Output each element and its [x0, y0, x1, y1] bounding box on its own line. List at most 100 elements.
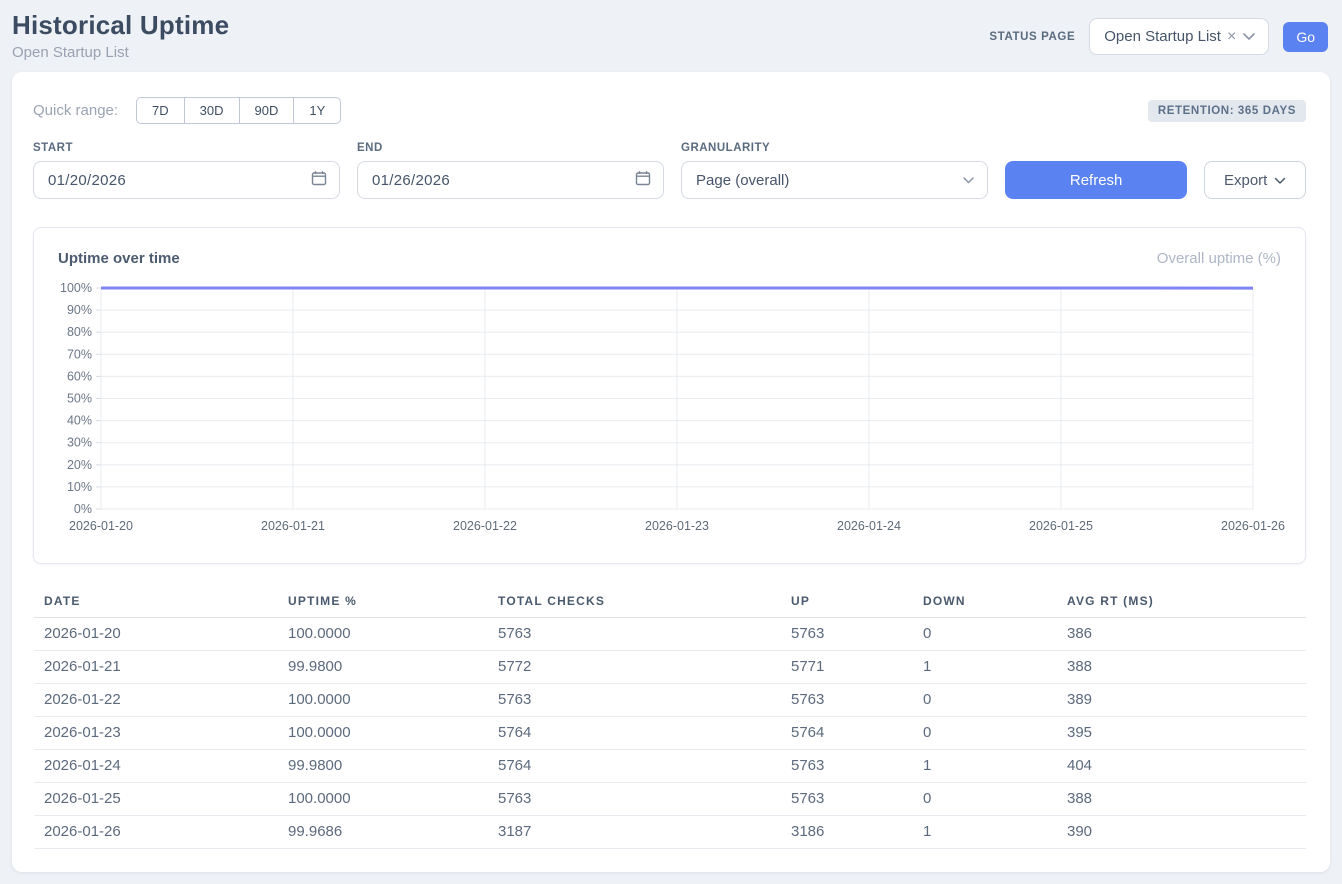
- svg-text:2026-01-26: 2026-01-26: [1221, 519, 1285, 533]
- col-header-total-checks: TOTAL CHECKS: [488, 588, 781, 618]
- quick-range-row: Quick range: 7D 30D 90D 1Y RETENTION: 36…: [33, 97, 1306, 124]
- granularity-select[interactable]: Page (overall): [681, 161, 988, 199]
- chevron-down-icon: [962, 172, 975, 189]
- table-cell: 388: [1057, 783, 1306, 816]
- main-card: Quick range: 7D 30D 90D 1Y RETENTION: 36…: [12, 72, 1330, 872]
- table-cell: 5763: [781, 750, 913, 783]
- table-cell: 1: [913, 816, 1057, 849]
- start-date-label: START: [33, 142, 340, 154]
- table-cell: 1: [913, 651, 1057, 684]
- granularity-label: GRANULARITY: [681, 142, 988, 154]
- svg-text:2026-01-23: 2026-01-23: [645, 519, 709, 533]
- start-date-value: 01/20/2026: [48, 172, 126, 189]
- granularity-selected-value: Page (overall): [696, 172, 789, 189]
- col-header-up: UP: [781, 588, 913, 618]
- granularity-field: GRANULARITY Page (overall): [681, 142, 988, 199]
- svg-text:70%: 70%: [67, 347, 92, 361]
- end-date-value: 01/26/2026: [372, 172, 450, 189]
- quick-range-label: Quick range:: [33, 102, 118, 119]
- table-cell: 1: [913, 750, 1057, 783]
- uptime-chart-panel: Uptime over time Overall uptime (%) 0% 10…: [33, 227, 1306, 564]
- calendar-icon[interactable]: [635, 170, 651, 190]
- table-cell: 100.0000: [278, 783, 488, 816]
- retention-badge: RETENTION: 365 DAYS: [1148, 100, 1306, 122]
- table-cell: 2026-01-21: [34, 651, 278, 684]
- end-date-field: END 01/26/2026: [357, 142, 664, 199]
- chevron-down-icon: [1274, 172, 1286, 189]
- table-cell: 2026-01-20: [34, 618, 278, 651]
- table-cell: 404: [1057, 750, 1306, 783]
- svg-text:0%: 0%: [74, 502, 92, 516]
- table-cell: 5763: [488, 684, 781, 717]
- table-cell: 5763: [781, 618, 913, 651]
- table-cell: 3186: [781, 816, 913, 849]
- quick-range-1y-button[interactable]: 1Y: [293, 97, 341, 124]
- uptime-table-wrap: DATE UPTIME % TOTAL CHECKS UP DOWN AVG R…: [33, 588, 1306, 849]
- svg-text:2026-01-21: 2026-01-21: [261, 519, 325, 533]
- svg-text:100%: 100%: [60, 281, 92, 295]
- svg-text:30%: 30%: [67, 436, 92, 450]
- svg-text:10%: 10%: [67, 480, 92, 494]
- quick-range-7d-button[interactable]: 7D: [136, 97, 184, 124]
- svg-text:2026-01-20: 2026-01-20: [69, 519, 133, 533]
- uptime-chart: 0%10%20%30%40%50%60%70%80%90%100%2026-01…: [58, 277, 1285, 539]
- quick-range-90d-button[interactable]: 90D: [239, 97, 294, 124]
- table-cell: 0: [913, 717, 1057, 750]
- table-cell: 388: [1057, 651, 1306, 684]
- col-header-date: DATE: [34, 588, 278, 618]
- filters-row: START 01/20/2026 END 01/26/2026 GRANULAR…: [33, 142, 1306, 199]
- table-row: 2026-01-23100.0000576457640395: [34, 717, 1306, 750]
- table-row: 2026-01-2499.9800576457631404: [34, 750, 1306, 783]
- table-row: 2026-01-20100.0000576357630386: [34, 618, 1306, 651]
- svg-text:60%: 60%: [67, 369, 92, 383]
- svg-text:2026-01-24: 2026-01-24: [837, 519, 901, 533]
- export-button[interactable]: Export: [1204, 161, 1306, 199]
- chart-legend: Overall uptime (%): [1157, 250, 1281, 267]
- table-cell: 3187: [488, 816, 781, 849]
- table-cell: 2026-01-26: [34, 816, 278, 849]
- end-date-label: END: [357, 142, 664, 154]
- chart-title: Uptime over time: [58, 250, 180, 267]
- uptime-table: DATE UPTIME % TOTAL CHECKS UP DOWN AVG R…: [34, 588, 1306, 849]
- status-page-select[interactable]: Open Startup List ×: [1089, 18, 1269, 55]
- table-header-row: DATE UPTIME % TOTAL CHECKS UP DOWN AVG R…: [34, 588, 1306, 618]
- refresh-button[interactable]: Refresh: [1005, 161, 1187, 199]
- table-cell: 5772: [488, 651, 781, 684]
- table-cell: 386: [1057, 618, 1306, 651]
- table-cell: 5764: [488, 717, 781, 750]
- table-cell: 5763: [781, 783, 913, 816]
- col-header-uptime: UPTIME %: [278, 588, 488, 618]
- table-cell: 395: [1057, 717, 1306, 750]
- table-cell: 100.0000: [278, 618, 488, 651]
- header-right: STATUS PAGE Open Startup List × Go: [989, 18, 1328, 55]
- start-date-input[interactable]: 01/20/2026: [33, 161, 340, 199]
- page-title: Historical Uptime: [12, 10, 229, 41]
- quick-range-buttons: 7D 30D 90D 1Y: [136, 97, 341, 124]
- go-button[interactable]: Go: [1283, 22, 1328, 52]
- table-cell: 99.9686: [278, 816, 488, 849]
- table-row: 2026-01-22100.0000576357630389: [34, 684, 1306, 717]
- status-page-selected-value: Open Startup List: [1104, 28, 1221, 45]
- table-cell: 0: [913, 618, 1057, 651]
- calendar-icon[interactable]: [311, 170, 327, 190]
- table-cell: 0: [913, 684, 1057, 717]
- svg-text:80%: 80%: [67, 325, 92, 339]
- page-subtitle: Open Startup List: [12, 44, 229, 61]
- table-cell: 2026-01-22: [34, 684, 278, 717]
- svg-text:20%: 20%: [67, 458, 92, 472]
- col-header-down: DOWN: [913, 588, 1057, 618]
- quick-range-30d-button[interactable]: 30D: [184, 97, 239, 124]
- svg-text:90%: 90%: [67, 303, 92, 317]
- table-cell: 0: [913, 783, 1057, 816]
- table-row: 2026-01-2699.9686318731861390: [34, 816, 1306, 849]
- chart-header: Uptime over time Overall uptime (%): [58, 250, 1281, 267]
- col-header-avg-rt: AVG RT (MS): [1057, 588, 1306, 618]
- start-date-field: START 01/20/2026: [33, 142, 340, 199]
- table-cell: 2026-01-23: [34, 717, 278, 750]
- table-cell: 5763: [488, 618, 781, 651]
- clear-selection-icon[interactable]: ×: [1227, 29, 1236, 45]
- table-row: 2026-01-25100.0000576357630388: [34, 783, 1306, 816]
- svg-text:2026-01-25: 2026-01-25: [1029, 519, 1093, 533]
- end-date-input[interactable]: 01/26/2026: [357, 161, 664, 199]
- table-row: 2026-01-2199.9800577257711388: [34, 651, 1306, 684]
